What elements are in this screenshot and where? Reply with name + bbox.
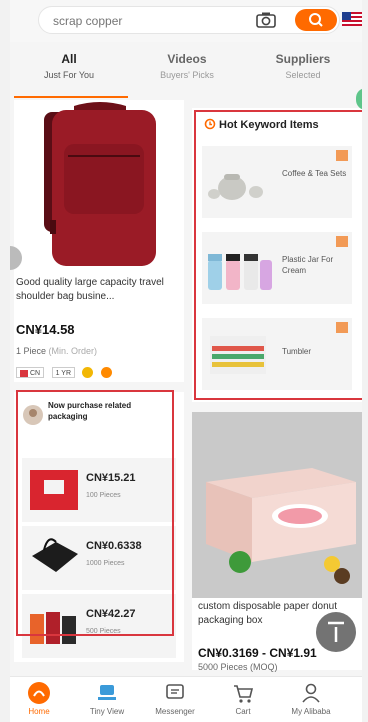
- arrow-up-icon: [328, 621, 344, 642]
- tab-videos[interactable]: Videos Buyers' Picks: [132, 52, 242, 80]
- donut-box-image: [192, 412, 362, 598]
- search-icon: [309, 13, 323, 27]
- tab-suppliers[interactable]: Suppliers Selected: [248, 52, 358, 80]
- country-badge: CN: [16, 367, 45, 379]
- search-button[interactable]: [295, 9, 337, 31]
- home-icon: [28, 682, 50, 704]
- top-bar: [10, 0, 362, 42]
- highlight-box: [194, 110, 362, 400]
- backpack-image: [14, 100, 184, 272]
- product-price: CN¥14.58: [16, 322, 75, 337]
- trade-assurance-icon: [100, 367, 112, 379]
- nav-messenger[interactable]: Messenger: [140, 681, 210, 716]
- tab-label: All: [61, 52, 77, 66]
- supplier-badges: CN 1 YR: [16, 364, 115, 382]
- active-tab-indicator: [14, 96, 128, 98]
- floating-chat-icon[interactable]: [356, 88, 362, 110]
- tiny-view-icon: [98, 685, 116, 700]
- nav-label: Cart: [235, 707, 251, 716]
- search-bar[interactable]: [38, 6, 340, 34]
- nav-label: Home: [28, 707, 50, 716]
- search-input[interactable]: [53, 12, 243, 30]
- bottom-navigation: Home Tiny View Messenger Cart My Alibaba: [10, 676, 362, 722]
- tab-sublabel: Selected: [285, 70, 321, 80]
- product-card-backpack[interactable]: Good quality large capacity travel shoul…: [14, 100, 184, 382]
- nav-cart[interactable]: Cart: [208, 681, 278, 716]
- messenger-icon: [166, 684, 184, 699]
- tab-label: Suppliers: [275, 52, 331, 66]
- us-flag-icon[interactable]: [342, 12, 362, 26]
- product-price: CN¥0.3169 - CN¥1.91: [198, 646, 317, 660]
- nav-label: Tiny View: [89, 707, 125, 716]
- feed-tabs: All Just For You Videos Buyers' Picks Su…: [10, 52, 362, 98]
- moq-value: 1 Piece: [16, 346, 47, 356]
- years-badge: 1 YR: [51, 367, 76, 379]
- verified-icon: [82, 367, 94, 379]
- cart-icon: [234, 685, 254, 703]
- product-moq: 1 Piece (Min. Order): [16, 346, 97, 356]
- nav-home[interactable]: Home: [10, 681, 74, 716]
- highlight-box: [16, 390, 174, 636]
- nav-my-alibaba[interactable]: My Alibaba: [276, 681, 346, 716]
- nav-tiny-view[interactable]: Tiny View: [72, 681, 142, 716]
- product-moq: 5000 Pieces (MOQ): [198, 662, 278, 672]
- nav-label: Messenger: [155, 707, 195, 716]
- tab-all[interactable]: All Just For You: [14, 52, 124, 80]
- product-title: Good quality large capacity travel shoul…: [16, 277, 164, 302]
- tab-sublabel: Just For You: [43, 70, 95, 80]
- tab-label: Videos: [167, 52, 207, 66]
- moq-note: (Min. Order): [48, 346, 98, 356]
- tab-sublabel: Buyers' Picks: [160, 70, 214, 80]
- nav-label: My Alibaba: [291, 707, 331, 716]
- camera-icon[interactable]: [255, 11, 277, 29]
- back-to-top-button[interactable]: [316, 612, 356, 652]
- profile-icon: [302, 683, 320, 703]
- app-screen: All Just For You Videos Buyers' Picks Su…: [10, 0, 362, 722]
